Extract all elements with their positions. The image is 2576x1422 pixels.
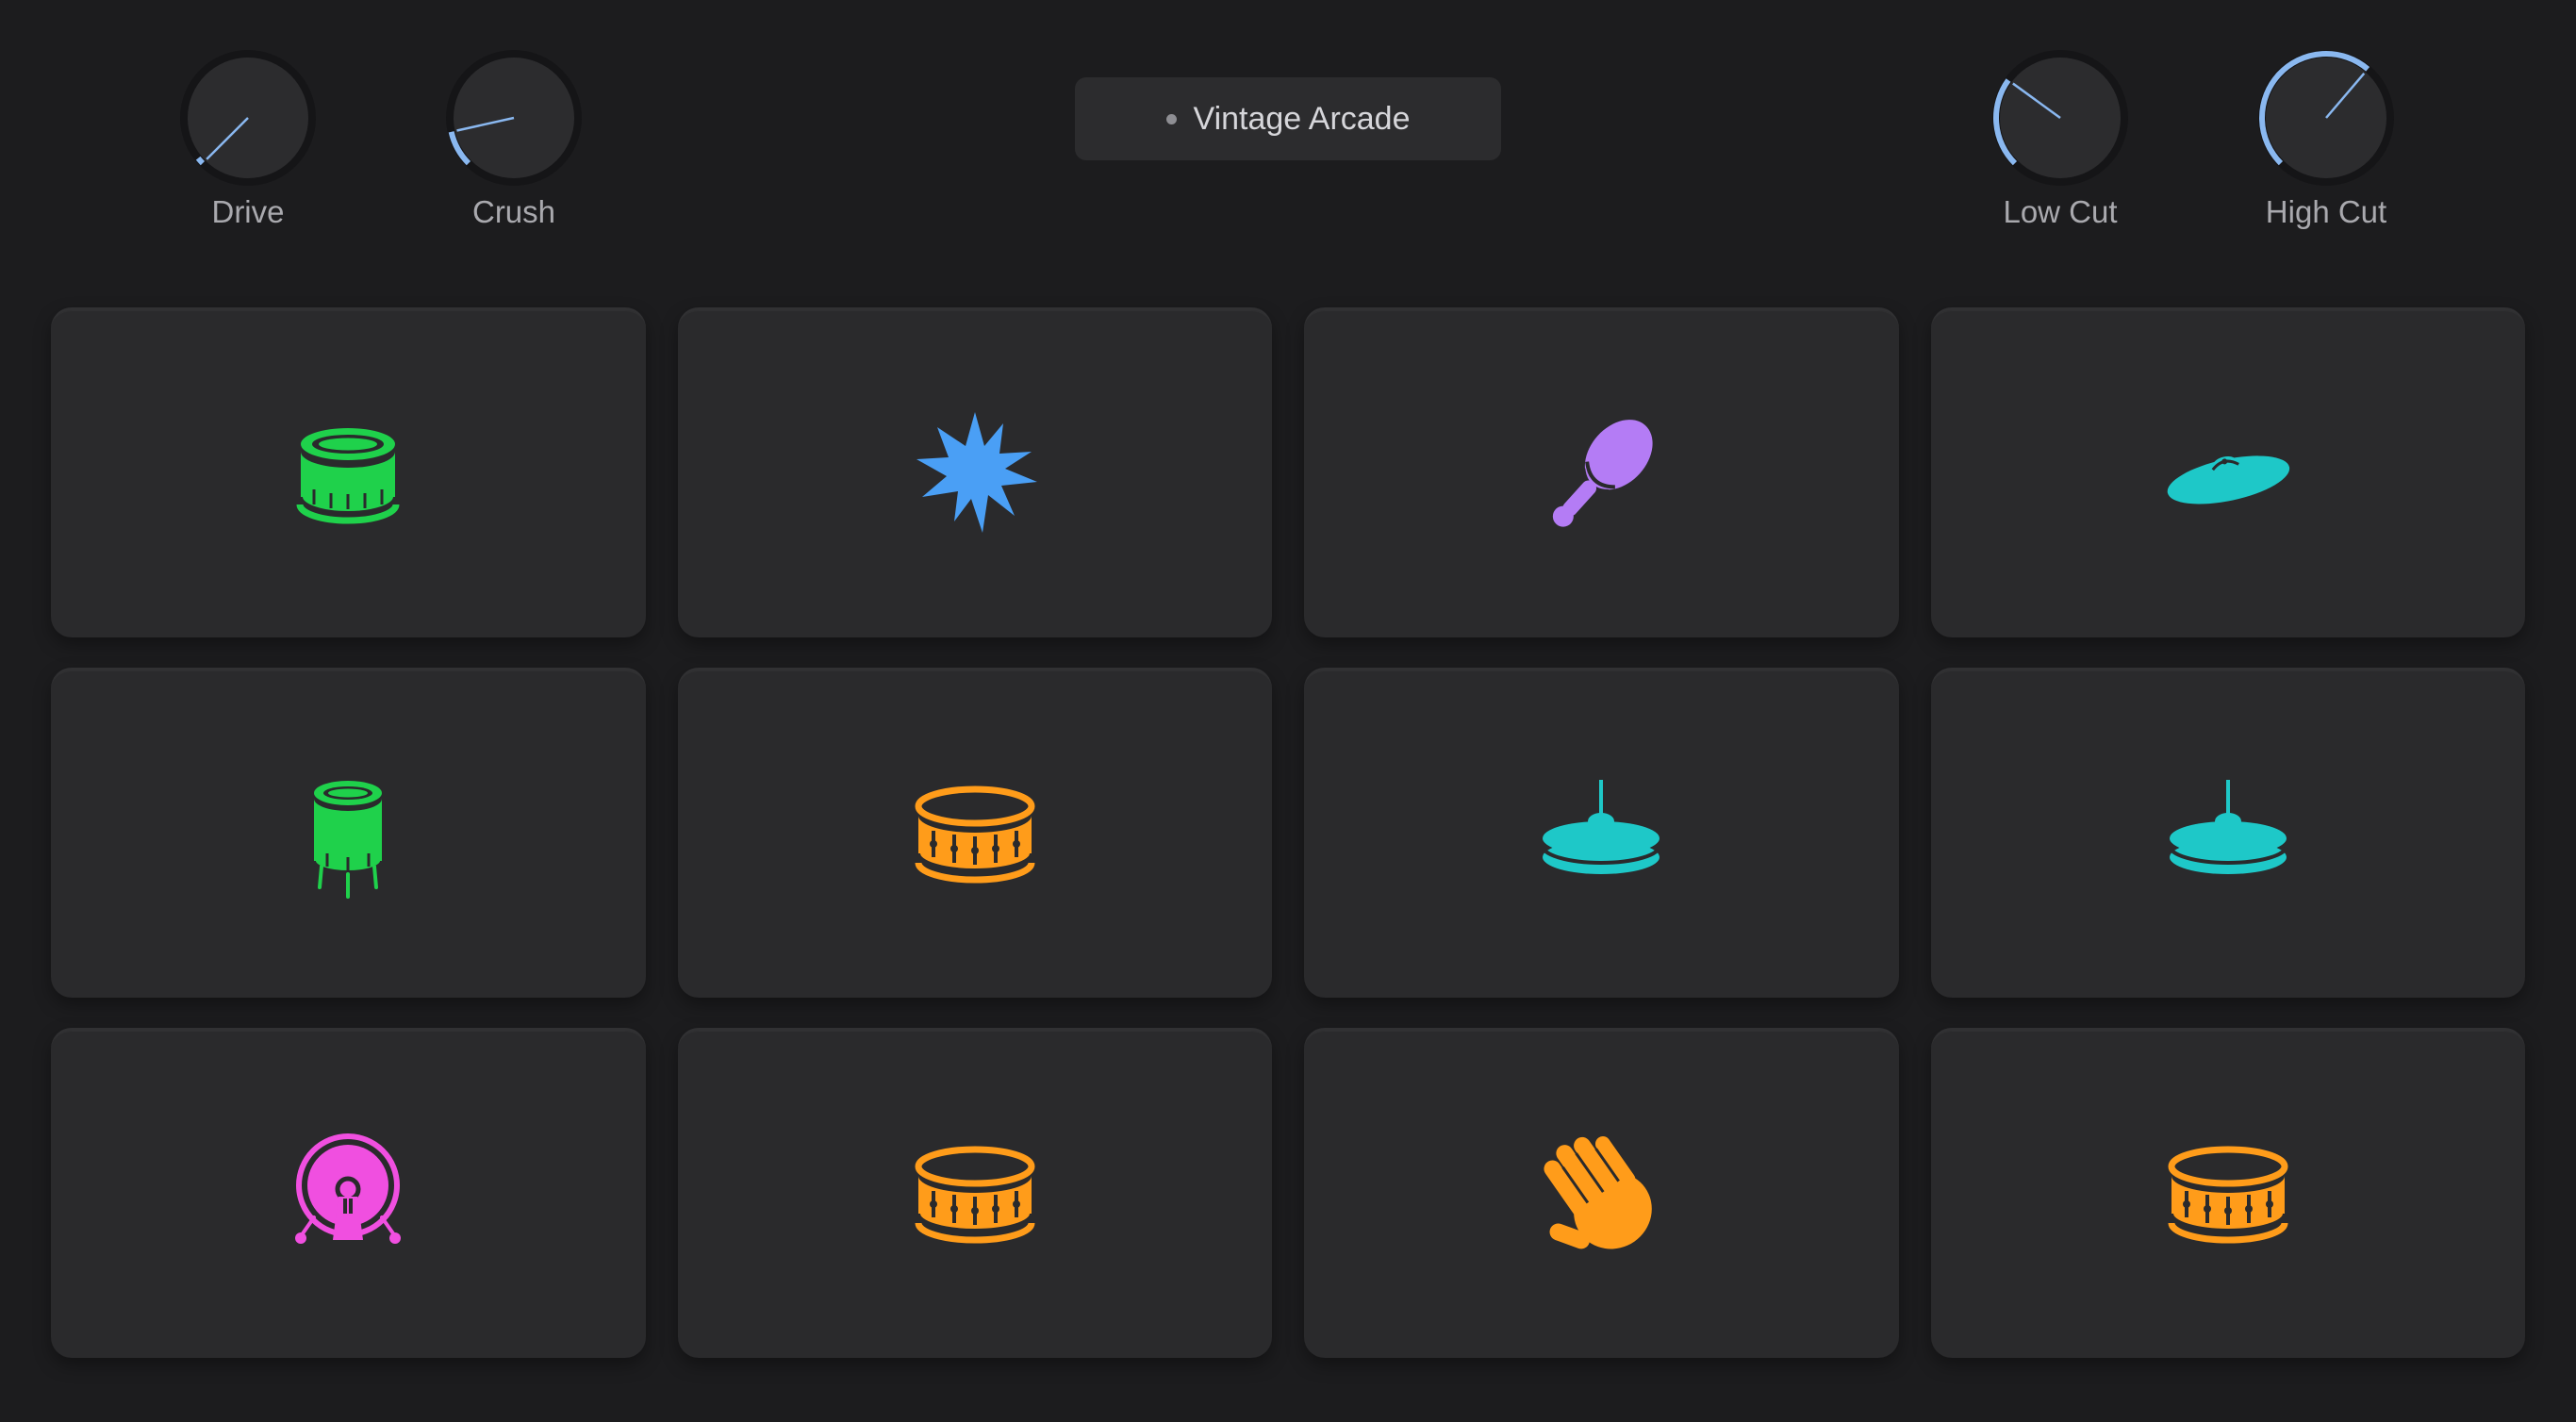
drum-pad-8[interactable] <box>1930 668 2525 998</box>
drum-pad-grid <box>51 307 2525 1358</box>
snare-drum-icon <box>2168 1146 2288 1243</box>
preset-selector[interactable]: Vintage Arcade <box>1075 77 1501 160</box>
drum-pad-6[interactable] <box>677 668 1272 998</box>
snare-drum-icon <box>915 1146 1035 1243</box>
knob-low-cut-group: Low Cut <box>1966 47 2155 230</box>
knob-drive-group: Drive <box>154 47 342 230</box>
kick-drum-icon <box>295 1133 402 1244</box>
drum-pad-3[interactable] <box>1304 307 1899 637</box>
drum-pad-7[interactable] <box>1304 668 1899 998</box>
knob-label-low-cut: Low Cut <box>2003 194 2118 229</box>
drive-knob[interactable] <box>177 47 319 189</box>
knob-label-drive: Drive <box>211 194 285 229</box>
drum-pad-10[interactable] <box>677 1028 1272 1358</box>
knob-crush-group: Crush <box>420 47 608 230</box>
drum-pad-9[interactable] <box>51 1028 646 1358</box>
knob-label-high-cut: High Cut <box>2265 194 2387 229</box>
knob-value-arc <box>195 156 206 166</box>
floor-tom-icon <box>296 427 400 523</box>
snare-drum-icon <box>915 785 1035 883</box>
hand-clap-icon <box>1544 1135 1653 1248</box>
drum-pad-1[interactable] <box>51 307 646 637</box>
hi-hat-icon <box>2167 779 2288 874</box>
burst-icon <box>916 411 1037 533</box>
low-cut-knob[interactable] <box>1990 47 2131 189</box>
drum-pad-2[interactable] <box>677 307 1272 637</box>
drum-pad-11[interactable] <box>1304 1028 1899 1358</box>
maraca-icon <box>1553 419 1653 527</box>
drum-pad-4[interactable] <box>1930 307 2525 637</box>
drum-pad-12[interactable] <box>1930 1028 2525 1358</box>
knob-high-cut-group: High Cut <box>2232 47 2420 230</box>
hi-hat-icon <box>1541 779 1662 874</box>
preset-name: Vintage Arcade <box>1193 100 1411 137</box>
high-cut-knob[interactable] <box>2255 47 2397 189</box>
cymbal-icon <box>2167 455 2289 504</box>
crush-knob[interactable] <box>443 47 585 189</box>
preset-status-dot <box>1165 113 1177 124</box>
knob-label-crush: Crush <box>471 194 556 229</box>
tom-with-legs-icon <box>312 780 385 899</box>
drum-pad-5[interactable] <box>51 668 646 998</box>
